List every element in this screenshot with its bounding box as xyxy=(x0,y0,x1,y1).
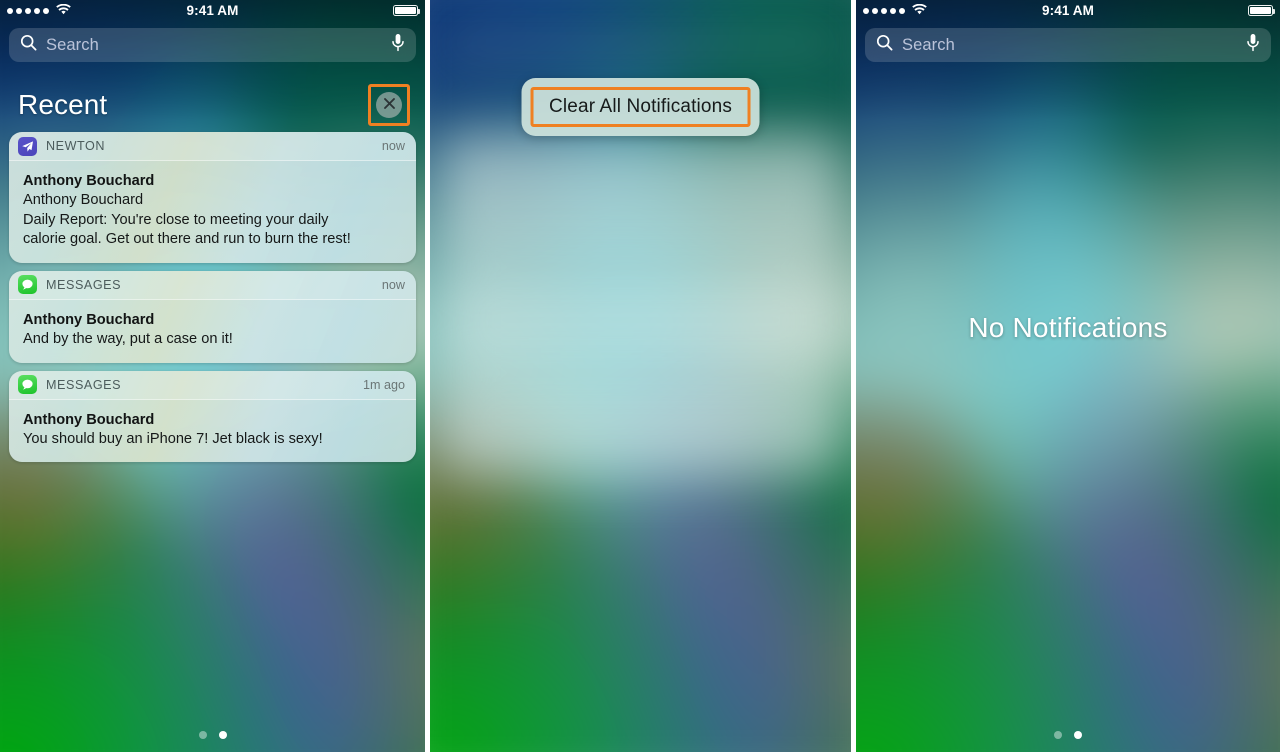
notification-timestamp: now xyxy=(381,277,405,292)
page-indicator[interactable] xyxy=(0,731,425,739)
screenshot-stage: 9:41 AM Search Recent NEWTON now Anthony… xyxy=(0,0,1280,752)
status-bar-time: 9:41 AM xyxy=(1042,3,1094,18)
notification-header: NEWTON now xyxy=(9,132,416,161)
notification-body: Anthony Bouchard And by the way, put a c… xyxy=(9,300,416,363)
notification-card[interactable]: MESSAGES 1m ago Anthony Bouchard You sho… xyxy=(9,370,416,463)
blurred-search-bar xyxy=(439,26,842,60)
messages-app-icon xyxy=(18,375,37,395)
blurred-notification-card xyxy=(439,133,842,263)
notification-line: calorie goal. Get out there and run to b… xyxy=(23,231,351,248)
status-bar: 9:41 AM xyxy=(856,0,1280,21)
page-dot[interactable] xyxy=(198,731,207,739)
notification-body: Anthony Bouchard You should buy an iPhon… xyxy=(9,400,416,463)
page-dot[interactable] xyxy=(1054,731,1062,739)
notification-app-name: MESSAGES xyxy=(46,277,122,292)
notification-list: NEWTON now Anthony Bouchard Anthony Bouc… xyxy=(0,132,425,463)
notification-line: Daily Report: You're close to meeting yo… xyxy=(23,211,329,228)
wallpaper-background xyxy=(856,0,1280,752)
notification-app-name: NEWTON xyxy=(46,139,106,153)
clear-all-highlight: Clear All Notifications xyxy=(530,87,751,127)
notification-card[interactable]: MESSAGES now Anthony Bouchard And by the… xyxy=(9,270,416,363)
search-bar[interactable]: Search xyxy=(9,28,416,62)
status-bar-time: 9:41 AM xyxy=(186,3,239,18)
recent-header-row: Recent xyxy=(0,84,425,126)
clear-all-notifications-button[interactable]: Clear All Notifications xyxy=(549,96,732,118)
page-indicator[interactable] xyxy=(856,731,1280,739)
notification-title: Anthony Bouchard xyxy=(23,311,155,328)
battery-full-icon xyxy=(1248,5,1276,16)
newton-app-icon xyxy=(18,136,37,156)
panel-clear-all-confirm: Clear All Notifications xyxy=(430,0,851,752)
panel-empty-notification-center: 9:41 AM Search No Notifications xyxy=(856,0,1280,752)
notification-title: Anthony Bouchard xyxy=(23,173,155,189)
status-bar-right xyxy=(393,5,421,16)
microphone-icon[interactable] xyxy=(391,33,405,57)
notification-header: MESSAGES 1m ago xyxy=(9,370,416,400)
notification-title: Anthony Bouchard xyxy=(23,411,155,428)
clear-all-button[interactable] xyxy=(376,92,402,118)
status-bar: 9:41 AM xyxy=(0,0,425,21)
search-input[interactable]: Search xyxy=(46,36,99,55)
empty-state-label: No Notifications xyxy=(968,312,1168,343)
notification-line: Anthony Bouchard xyxy=(23,192,144,209)
clear-all-popup: Clear All Notifications xyxy=(521,78,760,136)
page-dot-active[interactable] xyxy=(218,731,227,739)
notification-line: And by the way, put a case on it! xyxy=(23,331,233,348)
search-bar[interactable]: Search xyxy=(865,28,1271,62)
notification-timestamp: 1m ago xyxy=(362,377,405,392)
search-input[interactable]: Search xyxy=(902,36,955,55)
notification-app-name: MESSAGES xyxy=(46,377,122,392)
page-dot-active[interactable] xyxy=(1074,731,1082,739)
battery-full-icon xyxy=(393,5,421,16)
notification-line: You should buy an iPhone 7! Jet black is… xyxy=(23,430,323,447)
page-title: Recent xyxy=(18,89,108,120)
blurred-notification-card xyxy=(439,377,842,475)
messages-app-icon xyxy=(18,275,37,295)
notification-body: Anthony Bouchard Anthony Bouchard Daily … xyxy=(9,161,416,263)
microphone-icon[interactable] xyxy=(1246,33,1260,57)
clear-button-highlight xyxy=(368,84,410,126)
panel-notification-center: 9:41 AM Search Recent NEWTON now Anthony… xyxy=(0,0,425,752)
search-icon xyxy=(876,34,893,56)
close-x-icon xyxy=(383,97,396,113)
status-bar-right xyxy=(1248,5,1276,16)
search-icon xyxy=(20,34,37,56)
notification-card[interactable]: NEWTON now Anthony Bouchard Anthony Bouc… xyxy=(9,132,416,263)
blurred-notification-card xyxy=(439,271,842,369)
notification-timestamp: now xyxy=(381,139,405,153)
notification-header: MESSAGES now xyxy=(9,270,416,300)
